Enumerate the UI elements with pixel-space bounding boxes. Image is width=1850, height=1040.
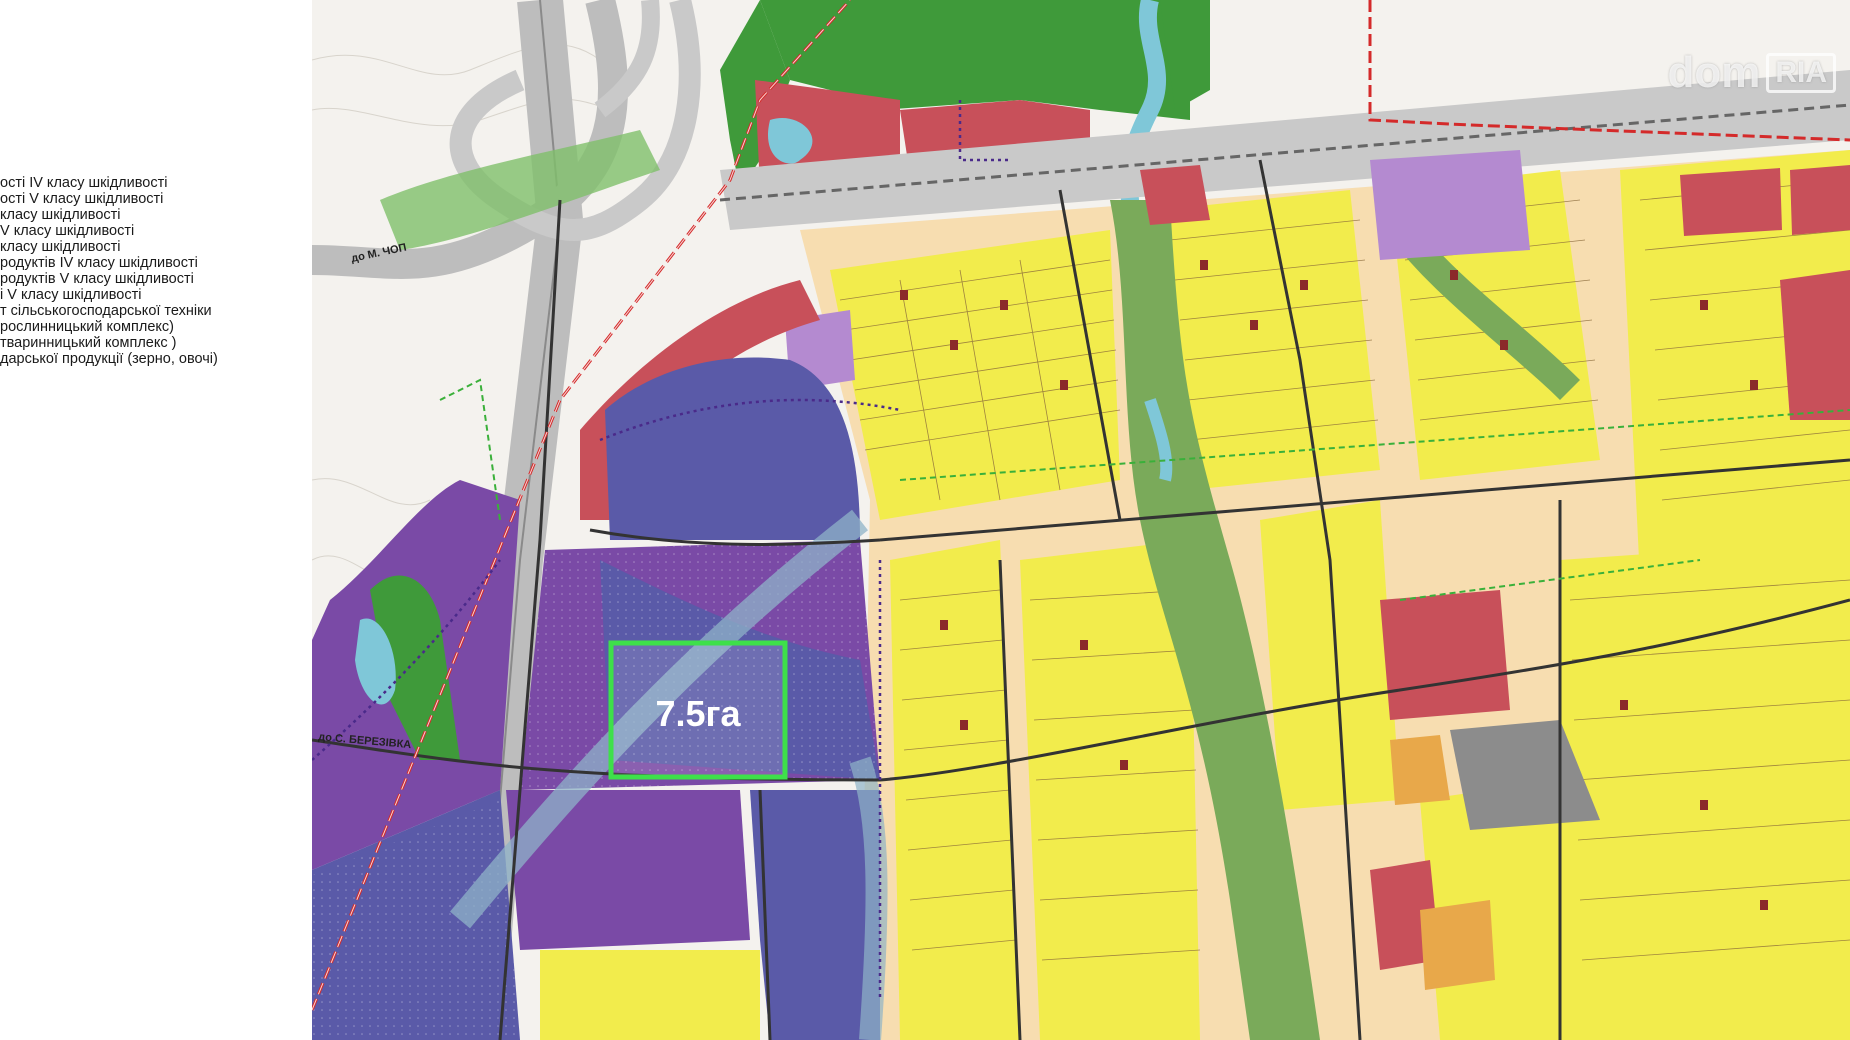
watermark-ria: RIA — [1766, 53, 1836, 93]
watermark-logo: dom RIA — [1667, 48, 1836, 98]
watermark-text: dom — [1667, 48, 1761, 97]
commercial-zone — [1390, 735, 1450, 805]
legend-item: дарської продукції (зерно, овочі) — [0, 351, 218, 367]
industrial-light-zone — [1370, 150, 1530, 260]
plot-area-label: 7.5га — [655, 693, 741, 734]
highlighted-plot[interactable]: 7.5га — [608, 640, 788, 780]
zoning-map[interactable]: до М. ЧОП до С. БЕРЕЗІВКА 7.5га — [312, 0, 1850, 1040]
map-legend: ості IV класу шкідливості ості V класу ш… — [0, 174, 312, 594]
commercial-zone — [1420, 900, 1495, 990]
